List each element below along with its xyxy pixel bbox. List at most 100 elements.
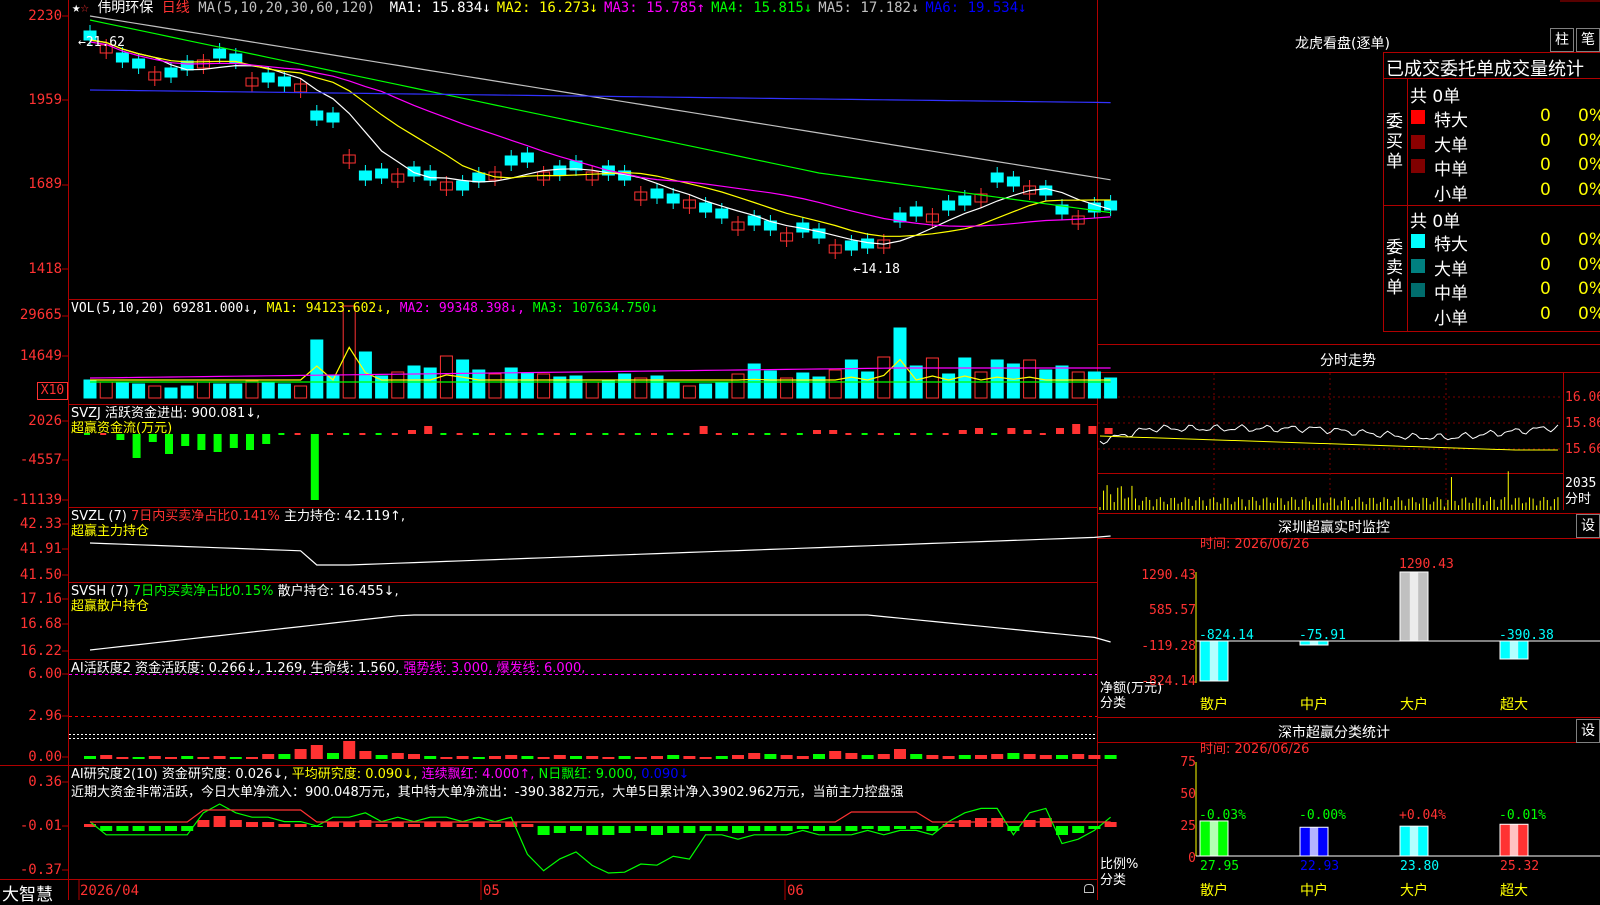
- activity-bar: [748, 753, 761, 759]
- research-bar: [521, 824, 534, 827]
- activity-bar: [197, 757, 210, 759]
- order-size-label: 特大: [1434, 111, 1468, 131]
- volume-bar: [925, 357, 939, 399]
- candle: [132, 58, 146, 69]
- monitor-category-label: 超大: [1500, 697, 1528, 713]
- order-color-swatch: [1411, 234, 1425, 248]
- flow-bar: [537, 433, 544, 435]
- candle: [650, 188, 664, 199]
- research-bar: [748, 826, 761, 831]
- vol-header: VOL(5,10,20) 69281.000↓, MA1: 94123.602↓…: [71, 301, 659, 316]
- flow-bar: [861, 433, 868, 435]
- candle: [407, 166, 421, 177]
- candle: [666, 193, 680, 204]
- activity-bar: [165, 757, 177, 759]
- classify-bar-shine: [1409, 826, 1419, 856]
- volume-bar: [83, 379, 97, 399]
- lock-icon[interactable]: [1084, 884, 1094, 893]
- svzl-axis-label: 41.91: [19, 541, 62, 557]
- volume-bar: [877, 356, 891, 399]
- classify-settings-button[interactable]: 设: [1576, 719, 1600, 743]
- period-label[interactable]: 日线: [162, 0, 190, 16]
- activity-bar: [894, 749, 906, 759]
- volume-bar: [1071, 371, 1085, 399]
- monitor-category-label: 大户: [1400, 697, 1428, 713]
- flow-bar: [472, 433, 479, 435]
- volume-bar: [1023, 359, 1037, 399]
- volume-bar: [245, 380, 259, 399]
- ma-values: MA1: 15.834↓ MA2: 16.273↓ MA3: 15.785↑ MA4:…: [384, 0, 1027, 16]
- monitor-title: 深圳超赢实时监控: [1278, 520, 1390, 536]
- date-label: 2026/04: [80, 883, 140, 899]
- research-bar: [764, 826, 777, 831]
- activity-bar: [1023, 754, 1036, 759]
- tick-mode-button[interactable]: 笔: [1576, 28, 1600, 52]
- flow-bar: [408, 430, 416, 434]
- volume-bar: [472, 369, 486, 399]
- volume-bar: [148, 385, 162, 399]
- flow-bar: [197, 434, 206, 450]
- activity-bar: [926, 755, 939, 759]
- activity-bar: [472, 757, 485, 759]
- order-percent: 0%: [1578, 230, 1600, 250]
- flow-bar: [343, 433, 350, 435]
- classify-category-label: 中户: [1300, 883, 1328, 899]
- chart-layer: [83, 15, 1600, 874]
- research-avg-line: [90, 809, 1111, 823]
- main-holding-line: [89, 535, 1111, 566]
- activity-bar: [1072, 754, 1085, 759]
- ma3-line: [89, 41, 1111, 227]
- retail-holding-line: [89, 614, 1111, 651]
- activity-bar: [424, 756, 437, 759]
- flow-bar: [489, 433, 495, 435]
- ma-value: MA6: 19.534↓: [925, 0, 1027, 16]
- order-count: 0: [1540, 130, 1551, 151]
- price-axis-label: 1689: [28, 176, 62, 192]
- flow-bar: [910, 433, 917, 435]
- activity-bar: [537, 757, 550, 759]
- flow-bar: [570, 433, 576, 435]
- svzj-axis-label: -11139: [11, 492, 62, 508]
- research-bar: [910, 826, 923, 829]
- activity-bar: [796, 756, 809, 759]
- activity-bar: [262, 754, 275, 759]
- flow-bar: [975, 428, 983, 434]
- vol-unit-badge[interactable]: X10: [37, 382, 68, 400]
- order-color-swatch: [1411, 110, 1425, 124]
- svzl-axis-label: 42.33: [19, 516, 62, 532]
- bar-mode-button[interactable]: 柱: [1550, 28, 1574, 52]
- research-bar: [165, 826, 177, 831]
- monitor-settings-button[interactable]: 设: [1576, 514, 1600, 538]
- candle: [115, 52, 129, 63]
- research-bar: [780, 826, 793, 831]
- activity-bar: [132, 757, 145, 759]
- candle: [456, 180, 470, 191]
- activity-bar: [1056, 755, 1068, 759]
- volume-bar: [974, 371, 988, 399]
- flow-bar: [1088, 426, 1097, 434]
- research-bar: [829, 826, 842, 831]
- stock-name[interactable]: 伟明环保: [97, 0, 153, 16]
- activity-bar: [229, 757, 242, 759]
- research-bar: [732, 826, 744, 833]
- price-axis-label: 1959: [28, 92, 62, 108]
- classify-change-label: +0.04%: [1399, 808, 1446, 823]
- order-count: 0: [1540, 230, 1551, 250]
- classify-value-label: 25.32: [1500, 859, 1540, 874]
- activity-bar: [942, 756, 955, 759]
- order-count: 0: [1540, 279, 1551, 299]
- flow-bar: [359, 433, 366, 435]
- research-bar: [472, 822, 485, 827]
- volume-bar: [861, 371, 875, 399]
- research-bar: [1072, 826, 1085, 833]
- activity-bar: [1007, 753, 1020, 759]
- app-logo[interactable]: 大智慧: [2, 880, 53, 905]
- research-bar: [262, 822, 275, 827]
- star-icon[interactable]: ☆: [80, 0, 88, 16]
- svzj-sub: 超赢资金流(万元): [71, 421, 173, 436]
- research-bar: [375, 824, 388, 827]
- volume-bar: [375, 375, 389, 399]
- flow-bar: [294, 433, 301, 435]
- activity-bar: [359, 751, 372, 759]
- flow-bar: [845, 433, 852, 435]
